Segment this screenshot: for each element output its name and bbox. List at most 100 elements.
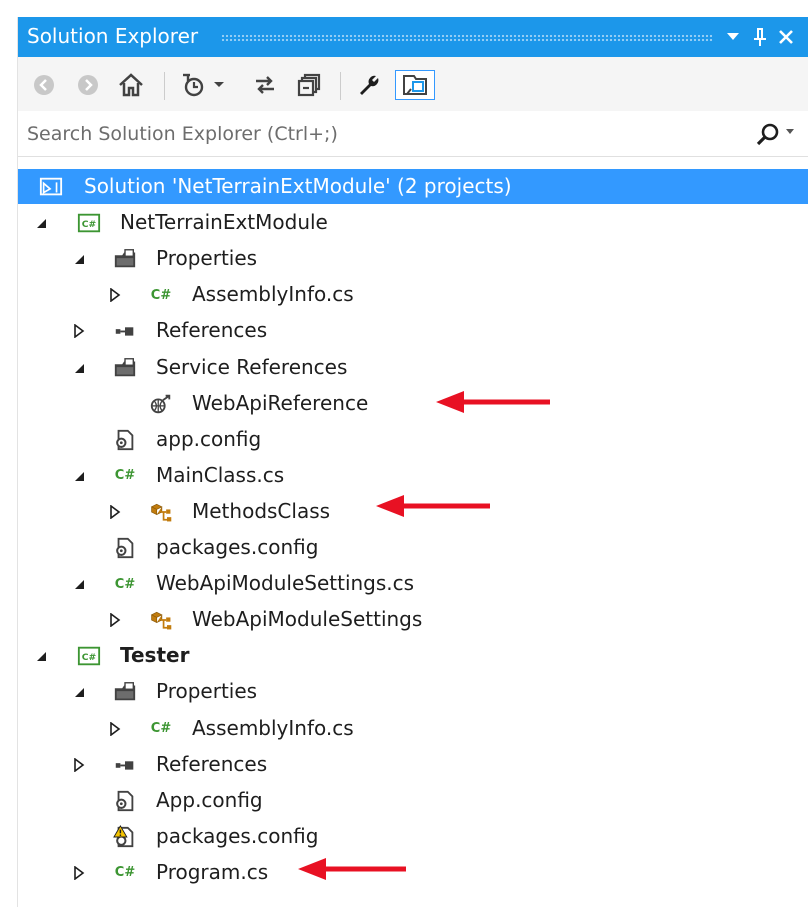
search-input[interactable] (27, 119, 727, 149)
csharp-project-icon: C# (77, 645, 101, 667)
tree-item-label: Properties (156, 679, 258, 704)
collapsed-arrow-icon[interactable] (109, 613, 121, 628)
tree-item-label: packages.config (156, 535, 319, 559)
properties-folder-icon (113, 248, 137, 270)
csharp-project-icon: C# (77, 212, 101, 234)
annotation-arrow (436, 391, 550, 413)
collapse-all-icon (297, 73, 321, 97)
search-options-dropdown[interactable] (786, 129, 794, 134)
csharp-file-icon: C# (150, 287, 172, 303)
close-button[interactable] (775, 25, 797, 49)
expanded-arrow-icon[interactable] (73, 362, 85, 374)
tree-item-label: AssemblyInfo.cs (192, 715, 354, 740)
toolbar-separator (340, 72, 341, 100)
tree-item-label: MethodsClass (192, 498, 331, 523)
preview-items-icon (403, 75, 427, 95)
expanded-arrow-icon[interactable] (35, 217, 47, 229)
tree-item-webapimodulesettings[interactable]: WebApiModuleSettings (18, 602, 808, 637)
back-button[interactable] (31, 70, 57, 100)
tree-item-properties[interactable]: Properties (18, 674, 808, 709)
forward-button[interactable] (75, 70, 101, 100)
toolbar-separator (164, 72, 165, 100)
svg-text:C#: C# (82, 652, 97, 663)
dropdown-arrow-icon (214, 82, 224, 87)
tree-item-label: packages.config (156, 823, 319, 848)
tree-item-label: Tester (120, 643, 190, 668)
expanded-arrow-icon[interactable] (73, 470, 85, 482)
tree-item-packages-config[interactable]: packages.config (18, 819, 808, 854)
collapse-all-button[interactable] (294, 70, 324, 100)
csharp-file-icon: C# (114, 576, 136, 592)
tree-item-label: WebApiModuleSettings (192, 607, 423, 632)
pin-icon (754, 28, 766, 46)
tree-item-references[interactable]: References (18, 313, 808, 348)
collapsed-arrow-icon[interactable] (73, 324, 85, 339)
pending-changes-filter-button[interactable] (176, 70, 228, 100)
tree-item-solution-netterrainextmodule-2-projects[interactable]: Solution 'NetTerrainExtModule' (2 projec… (18, 169, 808, 204)
config-file-icon (113, 790, 137, 812)
tree-item-label: AssemblyInfo.cs (192, 282, 354, 307)
tree-item-assemblyinfo-cs[interactable]: C# AssemblyInfo.cs (18, 277, 808, 312)
tree-item-references[interactable]: References (18, 747, 808, 782)
tree-item-app-config[interactable]: App.config (18, 783, 808, 818)
annotation-arrow (376, 495, 490, 517)
collapsed-arrow-icon[interactable] (109, 288, 121, 303)
expanded-arrow-icon[interactable] (73, 686, 85, 698)
collapsed-arrow-icon[interactable] (73, 865, 85, 880)
tree-item-label: References (156, 751, 268, 776)
dropdown-arrow-icon (727, 33, 739, 40)
sync-with-document-button[interactable] (250, 70, 280, 100)
preview-selected-items-button[interactable] (395, 70, 435, 100)
expanded-arrow-icon[interactable] (73, 578, 85, 590)
tree-item-service-references[interactable]: Service References (18, 350, 808, 385)
csharp-file-icon: C# (114, 468, 136, 484)
home-button[interactable] (115, 70, 147, 100)
class-icon (149, 609, 173, 631)
expanded-arrow-icon[interactable] (73, 253, 85, 265)
tree-item-app-config[interactable]: app.config (18, 422, 808, 457)
tree-item-webapimodulesettings-cs[interactable]: C# WebApiModuleSettings.cs (18, 566, 808, 601)
properties-button[interactable] (354, 70, 384, 100)
references-icon (113, 754, 137, 776)
forward-arrow-icon (78, 75, 98, 95)
window-options-button[interactable] (722, 25, 744, 49)
csharp-file-icon: C# (114, 865, 136, 881)
tree-item-tester[interactable]: C# Tester (18, 638, 808, 673)
collapsed-arrow-icon[interactable] (73, 757, 85, 772)
tree-item-assemblyinfo-cs[interactable]: C# AssemblyInfo.cs (18, 711, 808, 746)
tree-item-label: app.config (156, 426, 262, 451)
tree-item-program-cs[interactable]: C# Program.cs (18, 855, 808, 890)
tree-item-netterrainextmodule[interactable]: C# NetTerrainExtModule (18, 205, 808, 240)
tree-item-label: MainClass.cs (156, 462, 285, 487)
tree-item-label: App.config (156, 787, 263, 812)
service-reference-icon (149, 393, 173, 415)
tree-item-label: Solution 'NetTerrainExtModule' (2 projec… (84, 174, 512, 198)
class-icon (149, 501, 173, 523)
collapsed-arrow-icon[interactable] (109, 721, 121, 736)
svg-text:C#: C# (82, 219, 97, 230)
tree-item-label: WebApiReference (192, 390, 369, 415)
back-arrow-icon (34, 75, 54, 95)
tree-item-properties[interactable]: Properties (18, 241, 808, 276)
pending-changes-icon (183, 73, 204, 97)
search-icon[interactable] (755, 121, 781, 147)
tree-item-mainclass-cs[interactable]: C# MainClass.cs (18, 458, 808, 493)
window-title: Solution Explorer (27, 24, 199, 48)
properties-folder-icon (113, 681, 137, 703)
tree-item-label: WebApiModuleSettings.cs (156, 571, 415, 596)
tree-item-label: References (156, 318, 268, 343)
tree-item-label: Program.cs (156, 859, 269, 884)
tree-item-packages-config[interactable]: packages.config (18, 530, 808, 565)
collapsed-arrow-icon[interactable] (109, 504, 121, 519)
references-icon (113, 320, 137, 342)
title-bar: Solution Explorer (18, 17, 808, 57)
close-icon (779, 30, 793, 44)
config-warning-icon (113, 824, 137, 848)
tree-item-webapireference[interactable]: WebApiReference (18, 386, 808, 421)
config-file-icon (113, 429, 137, 451)
pin-button[interactable] (749, 25, 771, 49)
expanded-arrow-icon[interactable] (35, 650, 47, 662)
csharp-file-icon: C# (150, 721, 172, 736)
title-grip[interactable] (221, 34, 713, 42)
tree-item-label: Service References (156, 354, 348, 379)
